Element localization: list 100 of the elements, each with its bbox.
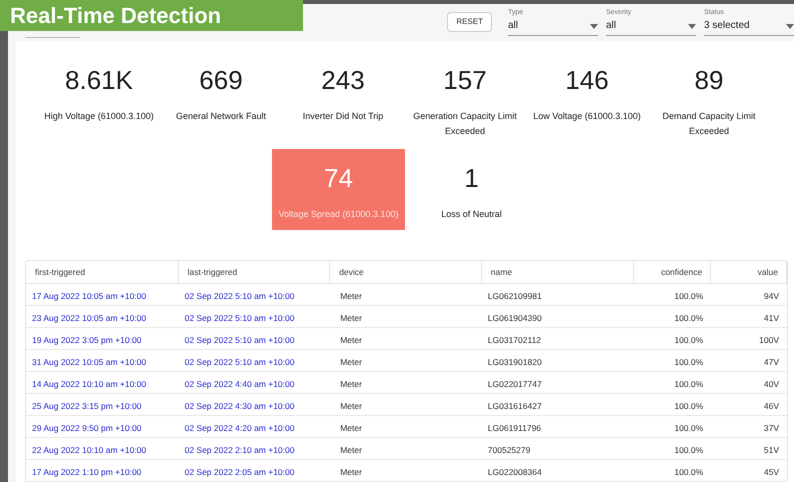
table-cell: 37V — [764, 422, 779, 432]
column-header[interactable]: device — [339, 266, 364, 278]
stat-label: Generation Capacity Limit Exceeded — [412, 110, 518, 138]
table-cell: 100.0% — [674, 422, 704, 432]
table-cell: 700525279 — [488, 444, 530, 454]
table-cell: 45V — [764, 466, 779, 476]
filter-value: all — [508, 20, 518, 32]
column-header[interactable]: name — [490, 266, 512, 278]
stat-tile[interactable]: 669 General Network Fault — [160, 51, 282, 147]
reset-button[interactable]: RESET — [447, 12, 492, 32]
table-row[interactable]: 17 Aug 2022 1:10 pm +10:00 02 Sep 2022 2:05 am +10:00 Meter LG022008364 100.0% 45V — [26, 460, 787, 482]
table-row[interactable]: 31 Aug 2022 10:05 am +10:00 02 Sep 2022 5:10 am +10:00 Meter LG031901820 100.0% 47V — [26, 350, 787, 372]
filter-value: all — [606, 20, 616, 32]
table-row[interactable]: 23 Aug 2022 10:05 am +10:00 02 Sep 2022 5:10 am +10:00 Meter LG061904390 100.0% 41V — [26, 306, 787, 328]
date-link[interactable]: 02 Sep 2022 5:10 am +10:00 — [184, 290, 294, 300]
table-cell: LG061911796 — [488, 422, 542, 432]
table-cell: LG022008364 — [488, 466, 542, 476]
stat-label: Inverter Did Not Trip — [302, 110, 384, 123]
table-cell-text: Meter — [339, 466, 362, 476]
table-cell-text: Meter — [339, 422, 362, 432]
table-cell: 100V — [759, 334, 779, 344]
date-link[interactable]: 02 Sep 2022 2:05 am +10:00 — [184, 466, 294, 476]
date-link[interactable]: 17 Aug 2022 1:10 pm +10:00 — [32, 466, 142, 476]
table-cell-text: Meter — [339, 290, 362, 300]
stat-value: 146 — [565, 64, 609, 97]
table-row[interactable]: 29 Aug 2022 9:50 pm +10:00 02 Sep 2022 4:20 am +10:00 Meter LG061911796 100.0% 37V — [26, 416, 787, 438]
table-cell-text: Meter — [339, 378, 362, 388]
table-row[interactable]: 17 Aug 2022 10:05 am +10:00 02 Sep 2022 5:10 am +10:00 Meter LG062109981 100.0% 94V — [26, 284, 787, 306]
table-cell: LG031901820 — [488, 356, 542, 366]
stat-tile[interactable]: 89 Demand Capacity Limit Exceeded — [648, 51, 770, 147]
table-cell-text: Meter — [339, 312, 362, 322]
table-cell: LG022017747 — [488, 378, 542, 388]
table-cell: 100.0% — [674, 356, 704, 366]
date-link[interactable]: 02 Sep 2022 2:10 am +10:00 — [184, 444, 294, 454]
stat-tile[interactable]: 146 Low Voltage (61000.3.100) — [526, 51, 648, 147]
date-link[interactable]: 25 Aug 2022 3:15 pm +10:00 — [32, 400, 142, 410]
stat-value: 243 — [321, 64, 365, 97]
table-cell: 51V — [764, 444, 779, 454]
stat-label: Demand Capacity Limit Exceeded — [661, 110, 757, 138]
stat-tile[interactable]: 243 Inverter Did Not Trip — [282, 51, 404, 147]
date-link[interactable]: 29 Aug 2022 9:50 pm +10:00 — [32, 422, 142, 432]
table-cell: 47V — [764, 356, 779, 366]
stat-tile[interactable]: 157 Generation Capacity Limit Exceeded — [404, 51, 526, 147]
table-cell-text: Meter — [339, 400, 362, 410]
stat-value: 1 — [464, 162, 479, 195]
caret-icon — [590, 24, 598, 28]
date-link[interactable]: 02 Sep 2022 4:20 am +10:00 — [184, 422, 294, 432]
date-link[interactable]: 02 Sep 2022 4:40 am +10:00 — [184, 378, 294, 388]
table-cell: 94V — [764, 290, 779, 300]
table-cell: LG061904390 — [488, 312, 542, 322]
table-cell: LG031702112 — [488, 334, 542, 344]
column-header[interactable]: first-triggered — [35, 266, 86, 278]
stat-value: 89 — [694, 64, 724, 97]
stat-value: 157 — [443, 64, 487, 97]
table-row[interactable]: 22 Aug 2022 10:10 am +10:00 02 Sep 2022 2:10 am +10:00 Meter 700525279 100.0% 51V — [26, 438, 787, 460]
column-header[interactable]: last-triggered — [188, 266, 238, 278]
date-link[interactable]: 19 Aug 2022 3:05 pm +10:00 — [32, 334, 142, 344]
date-link[interactable]: 23 Aug 2022 10:05 am +10:00 — [32, 312, 146, 322]
column-header[interactable]: confidence — [661, 266, 702, 278]
date-link[interactable]: 02 Sep 2022 4:30 am +10:00 — [184, 400, 294, 410]
filter-value: 3 selected — [704, 20, 750, 32]
banner-title: Real-Time Detection — [10, 4, 222, 26]
table-cell: LG062109981 — [488, 290, 542, 300]
table-cell-text: Meter — [339, 356, 362, 366]
table-cell-text: Meter — [339, 444, 362, 454]
table-cell: 100.0% — [674, 466, 704, 476]
date-link[interactable]: 02 Sep 2022 5:10 am +10:00 — [184, 312, 294, 322]
table-cell: 100.0% — [674, 334, 704, 344]
caret-icon — [688, 24, 696, 28]
table-row[interactable]: 19 Aug 2022 3:05 pm +10:00 02 Sep 2022 5:10 am +10:00 Meter LG031702112 100.0% 100V — [26, 328, 787, 350]
column-header[interactable]: value — [758, 266, 778, 278]
date-link[interactable]: 17 Aug 2022 10:05 am +10:00 — [32, 290, 146, 300]
table-cell: 100.0% — [674, 378, 704, 388]
date-link[interactable]: 31 Aug 2022 10:05 am +10:00 — [32, 356, 146, 366]
table-cell: 100.0% — [674, 444, 704, 454]
stat-value: 8.61K — [65, 64, 133, 97]
stat-label: Loss of Neutral — [441, 208, 502, 221]
table-cell: 100.0% — [674, 312, 704, 322]
date-link[interactable]: 14 Aug 2022 10:10 am +10:00 — [32, 378, 146, 388]
date-link[interactable]: 02 Sep 2022 5:10 am +10:00 — [184, 356, 294, 366]
table-row[interactable]: 25 Aug 2022 3:15 pm +10:00 02 Sep 2022 4:30 am +10:00 Meter LG031616427 100.0% 46V — [26, 394, 787, 416]
stat-tile[interactable]: 1 Loss of Neutral — [405, 149, 538, 230]
table-cell: 100.0% — [674, 290, 704, 300]
stat-value: 669 — [199, 64, 243, 97]
stat-label: Voltage Spread (61000.3.100) — [278, 208, 399, 221]
table-cell: 46V — [764, 400, 779, 410]
table-cell: 41V — [764, 312, 779, 322]
stat-tile[interactable]: 8.61K High Voltage (61000.3.100) — [38, 51, 160, 147]
stat-label: Low Voltage (61000.3.100) — [533, 110, 641, 123]
stat-label: General Network Fault — [176, 110, 266, 123]
table-cell: 40V — [764, 378, 779, 388]
table-row[interactable]: 14 Aug 2022 10:10 am +10:00 02 Sep 2022 4:40 am +10:00 Meter LG022017747 100.0% 40V — [26, 372, 787, 394]
table-cell-text: Meter — [339, 334, 362, 344]
stat-label: High Voltage (61000.3.100) — [44, 110, 154, 123]
date-link[interactable]: 02 Sep 2022 5:10 am +10:00 — [184, 334, 294, 344]
date-link[interactable]: 22 Aug 2022 10:10 am +10:00 — [32, 444, 146, 454]
caret-icon — [786, 24, 794, 28]
stat-value: 74 — [324, 162, 353, 195]
table-cell: LG031616427 — [488, 400, 542, 410]
table-cell: 100.0% — [674, 400, 704, 410]
